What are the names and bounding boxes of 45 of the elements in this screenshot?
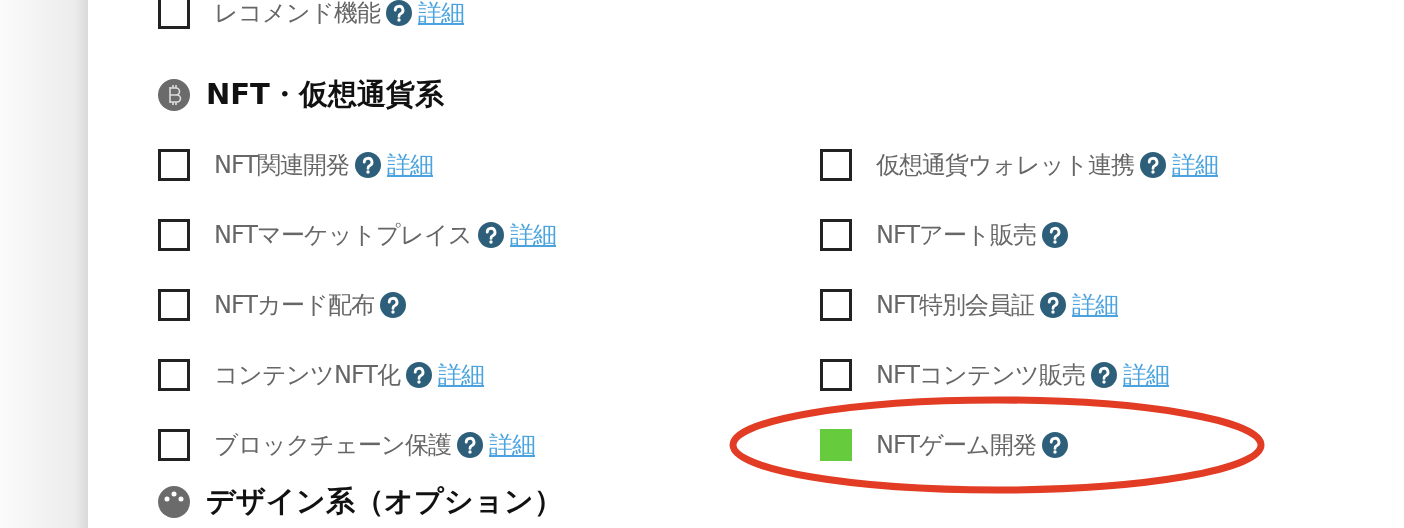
help-icon[interactable] [478, 222, 504, 248]
palette-icon [158, 486, 190, 518]
checkbox[interactable] [820, 289, 852, 321]
section-heading: NFT・仮想通貨系 [206, 76, 444, 113]
help-icon[interactable] [1042, 432, 1068, 458]
details-link[interactable]: 詳細 [387, 149, 433, 181]
checkbox[interactable] [158, 219, 190, 251]
option-label: コンテンツNFT化 [214, 360, 400, 391]
option-label: 仮想通貨ウォレット連携 [876, 150, 1134, 181]
option-label: NFTアート販売 [876, 220, 1036, 251]
section-heading: デザイン系（オプション） [206, 483, 563, 520]
checkbox[interactable] [158, 0, 190, 29]
details-link[interactable]: 詳細 [510, 219, 556, 251]
checkbox[interactable] [820, 359, 852, 391]
coin-icon [158, 79, 190, 111]
checkbox[interactable] [158, 289, 190, 321]
help-icon[interactable] [1042, 222, 1068, 248]
details-link[interactable]: 詳細 [438, 359, 484, 391]
option-label: レコメンド機能 [214, 0, 380, 29]
help-icon[interactable] [386, 0, 412, 26]
help-icon[interactable] [1140, 152, 1166, 178]
help-icon[interactable] [355, 152, 381, 178]
help-icon[interactable] [380, 292, 406, 318]
help-icon[interactable] [1091, 362, 1117, 388]
option-label: NFTマーケットプレイス [214, 220, 472, 251]
option-label: NFT関連開発 [214, 150, 349, 181]
details-link[interactable]: 詳細 [1072, 289, 1118, 321]
checkbox[interactable] [158, 359, 190, 391]
help-icon[interactable] [457, 432, 483, 458]
details-link[interactable]: 詳細 [1123, 359, 1169, 391]
checkbox[interactable] [820, 219, 852, 251]
checkbox[interactable] [820, 149, 852, 181]
details-link[interactable]: 詳細 [1172, 149, 1218, 181]
details-link[interactable]: 詳細 [489, 429, 535, 461]
help-icon[interactable] [1040, 292, 1066, 318]
option-label: NFTカード配布 [214, 290, 374, 321]
help-icon[interactable] [406, 362, 432, 388]
checkbox[interactable] [820, 429, 852, 461]
details-link[interactable]: 詳細 [418, 0, 464, 29]
option-label: NFTゲーム開発 [876, 430, 1036, 461]
option-label: NFTコンテンツ販売 [876, 360, 1085, 391]
checkbox[interactable] [158, 149, 190, 181]
option-label: ブロックチェーン保護 [214, 430, 451, 461]
option-label: NFT特別会員証 [876, 290, 1034, 321]
checkbox[interactable] [158, 429, 190, 461]
